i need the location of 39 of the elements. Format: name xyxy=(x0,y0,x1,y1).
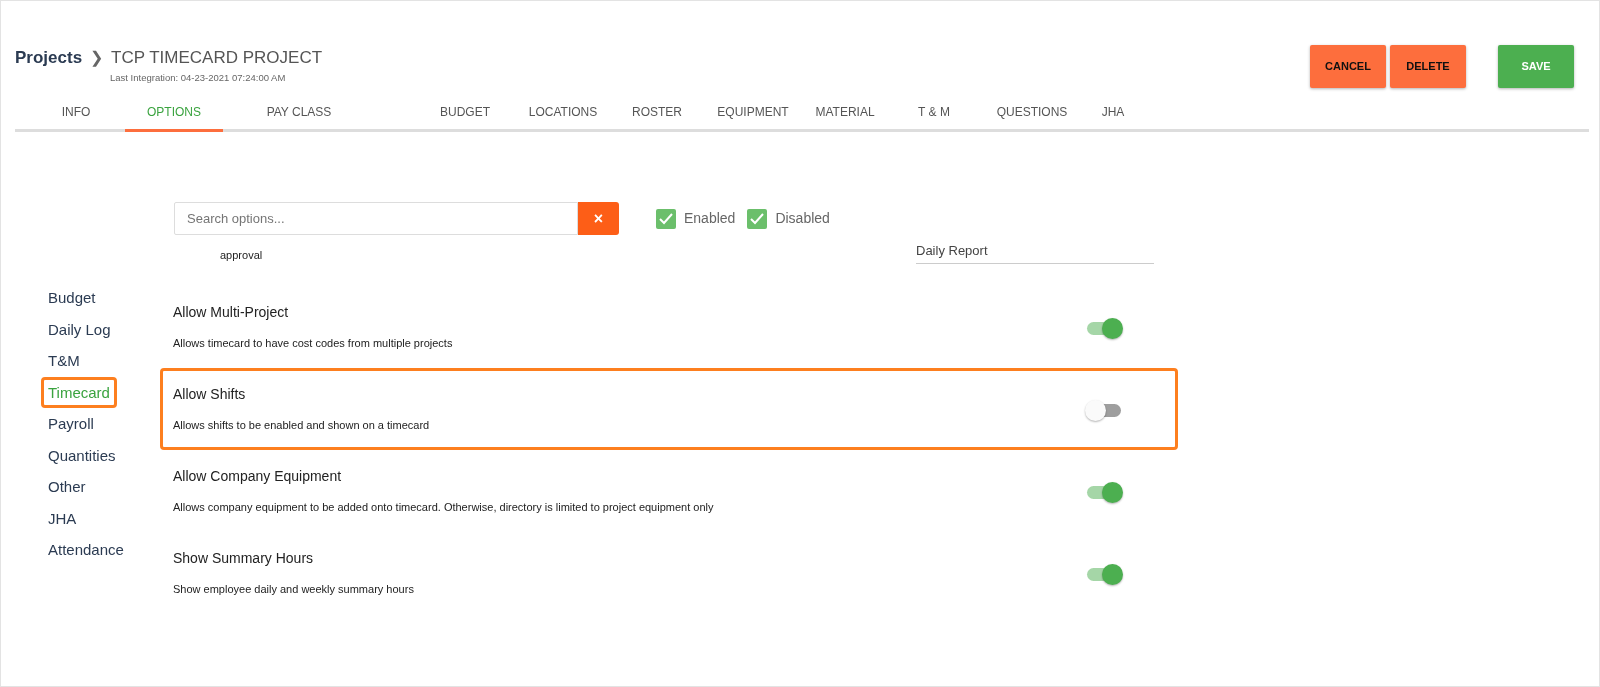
option-title: Show Summary Hours xyxy=(173,548,315,568)
sidebar-item[interactable]: Attendance xyxy=(41,534,131,566)
checkbox-label: Disabled xyxy=(775,209,830,228)
tab[interactable]: JHA xyxy=(1083,97,1143,132)
tab[interactable]: PAY CLASS xyxy=(223,97,375,132)
cancel-button[interactable]: CANCEL xyxy=(1310,45,1386,88)
delete-button[interactable]: DELETE xyxy=(1390,45,1466,88)
option-title: Allow Shifts xyxy=(173,384,247,404)
checkbox-label: Enabled xyxy=(684,209,736,228)
breadcrumb-link[interactable]: Projects xyxy=(15,45,83,71)
sidebar-item[interactable]: JHA xyxy=(41,502,84,534)
sidebar-item[interactable]: Budget xyxy=(41,282,103,314)
tab[interactable]: QUESTIONS xyxy=(981,97,1083,132)
search-field[interactable]: Search options... xyxy=(174,202,578,235)
option-description: approval xyxy=(220,248,263,263)
project-title: TCP TIMECARD PROJECT xyxy=(111,47,323,69)
option-description: Allows company equipment to be added onto timecard. Otherwise, directory is limited to project equipment only xyxy=(173,499,715,515)
option-description: Show employee daily and weekly summary hours xyxy=(173,581,415,597)
tab[interactable]: MATERIAL xyxy=(803,97,887,132)
tab[interactable]: BUDGET xyxy=(415,97,515,132)
sidebar-item[interactable]: T&M xyxy=(41,345,87,377)
sidebar-item[interactable]: Quantities xyxy=(41,439,123,471)
checkbox[interactable] xyxy=(656,208,676,229)
option-description: Allows shifts to be enabled and shown on a timecard xyxy=(173,417,431,433)
tab[interactable]: LOCATIONS xyxy=(515,97,611,132)
sidebar-item[interactable]: Payroll xyxy=(41,408,101,440)
tab[interactable]: ROSTER xyxy=(611,97,703,132)
tab[interactable]: INFO xyxy=(27,97,125,132)
option-title: Allow Multi-Project xyxy=(173,302,290,322)
chevron-icon: ❯ xyxy=(90,45,104,70)
tab[interactable]: T & M xyxy=(887,97,981,132)
checkbox[interactable] xyxy=(747,208,768,229)
sidebar-item[interactable]: Other xyxy=(41,471,93,503)
last-integration-text: Last Integration: 04-23-2021 07:24:00 AM xyxy=(110,70,287,85)
input-field[interactable]: Daily Report xyxy=(916,241,1154,264)
tab[interactable]: EQUIPMENT xyxy=(703,97,803,132)
option-description: Allows timecard to have cost codes from multiple projects xyxy=(173,335,454,351)
option-title: Allow Company Equipment xyxy=(173,466,343,486)
sidebar-item[interactable]: Daily Log xyxy=(41,313,118,345)
